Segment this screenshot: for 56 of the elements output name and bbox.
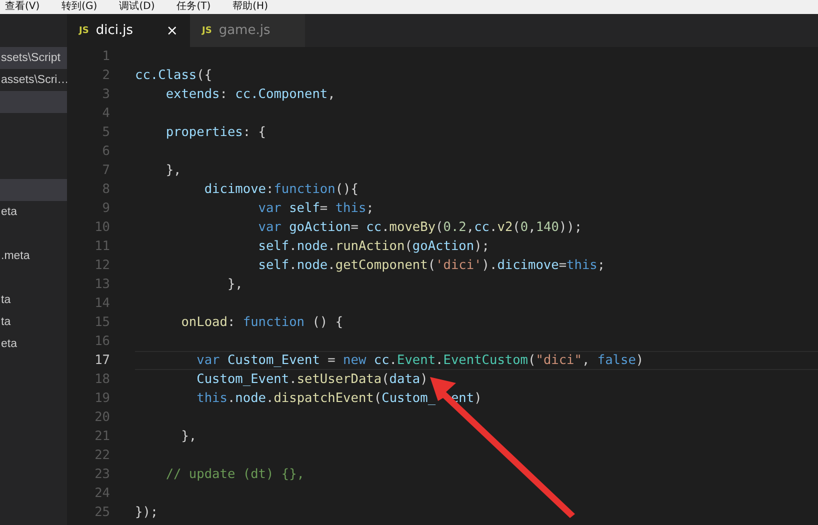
code-line: }); [135, 505, 158, 520]
close-icon[interactable]: × [166, 22, 178, 38]
menu-item[interactable]: 任务(T) [176, 0, 211, 14]
code-line: extends: cc.Component, [164, 87, 336, 102]
file-row[interactable]: ssets\Script [0, 47, 67, 69]
code-line: var self= this; [257, 201, 374, 216]
line-number: 7 [101, 162, 110, 180]
line-number: 9 [101, 200, 110, 218]
menu-item[interactable]: 帮助(H) [232, 0, 268, 14]
line-number: 14 [94, 295, 110, 313]
line-number: 24 [94, 485, 110, 503]
line-number: 8 [101, 181, 110, 199]
line-number: 19 [94, 390, 110, 408]
code-line: self.node.getComponent('dici').dicimove=this; [257, 258, 606, 273]
line-number: 16 [94, 333, 110, 351]
code-line: properties: { [164, 125, 266, 140]
line-number: 23 [94, 466, 110, 484]
menu-item[interactable]: 查看(V) [5, 0, 40, 14]
code-line: cc.Class({ [135, 68, 212, 83]
menu-item[interactable]: 调试(D) [119, 0, 155, 14]
code-line: }, [226, 277, 243, 292]
line-number: 21 [94, 428, 110, 446]
code-line: self.node.runAction(goAction); [257, 239, 490, 254]
editor-tab[interactable]: JS dici.js × [67, 14, 190, 47]
code-line: }, [164, 163, 182, 178]
selection-highlight[interactable] [0, 91, 67, 113]
line-number: 22 [94, 447, 110, 465]
line-number: 17 [94, 352, 110, 370]
line-number: 3 [101, 86, 110, 104]
line-number: 5 [101, 124, 110, 142]
line-number: 10 [94, 219, 110, 237]
line-number: 15 [94, 314, 110, 332]
line-number: 25 [94, 504, 110, 522]
code-line: }, [180, 429, 197, 444]
js-file-icon: JS [79, 26, 89, 36]
editor-tab[interactable]: JS game.js [190, 14, 305, 47]
line-number: 6 [101, 143, 110, 161]
js-file-icon: JS [202, 26, 212, 36]
selection-highlight[interactable] [0, 179, 67, 201]
menu-item[interactable]: 转到(G) [62, 0, 98, 14]
line-number: 13 [94, 276, 110, 294]
code-line: // update (dt) {}, [164, 467, 304, 482]
tab-label: game.js [218, 23, 272, 38]
code-line: Custom_Event.setUserData(data) [196, 372, 428, 387]
code-line: dicimove:function(){ [203, 182, 358, 197]
line-number: 4 [101, 105, 110, 123]
line-number: 20 [94, 409, 110, 427]
code-line: onLoad: function () { [180, 315, 344, 330]
line-number: 12 [94, 257, 110, 275]
code-line: var Custom_Event = new cc.Event.EventCustom("dici", false) [196, 353, 644, 368]
line-number: 11 [94, 238, 110, 256]
line-number: 2 [101, 67, 110, 85]
tab-label: dici.js [96, 23, 134, 38]
line-number: 18 [94, 371, 110, 389]
code-line: var goAction= cc.moveBy(0.2,cc.v2(0,140)); [257, 220, 582, 235]
line-number: 1 [101, 48, 110, 66]
